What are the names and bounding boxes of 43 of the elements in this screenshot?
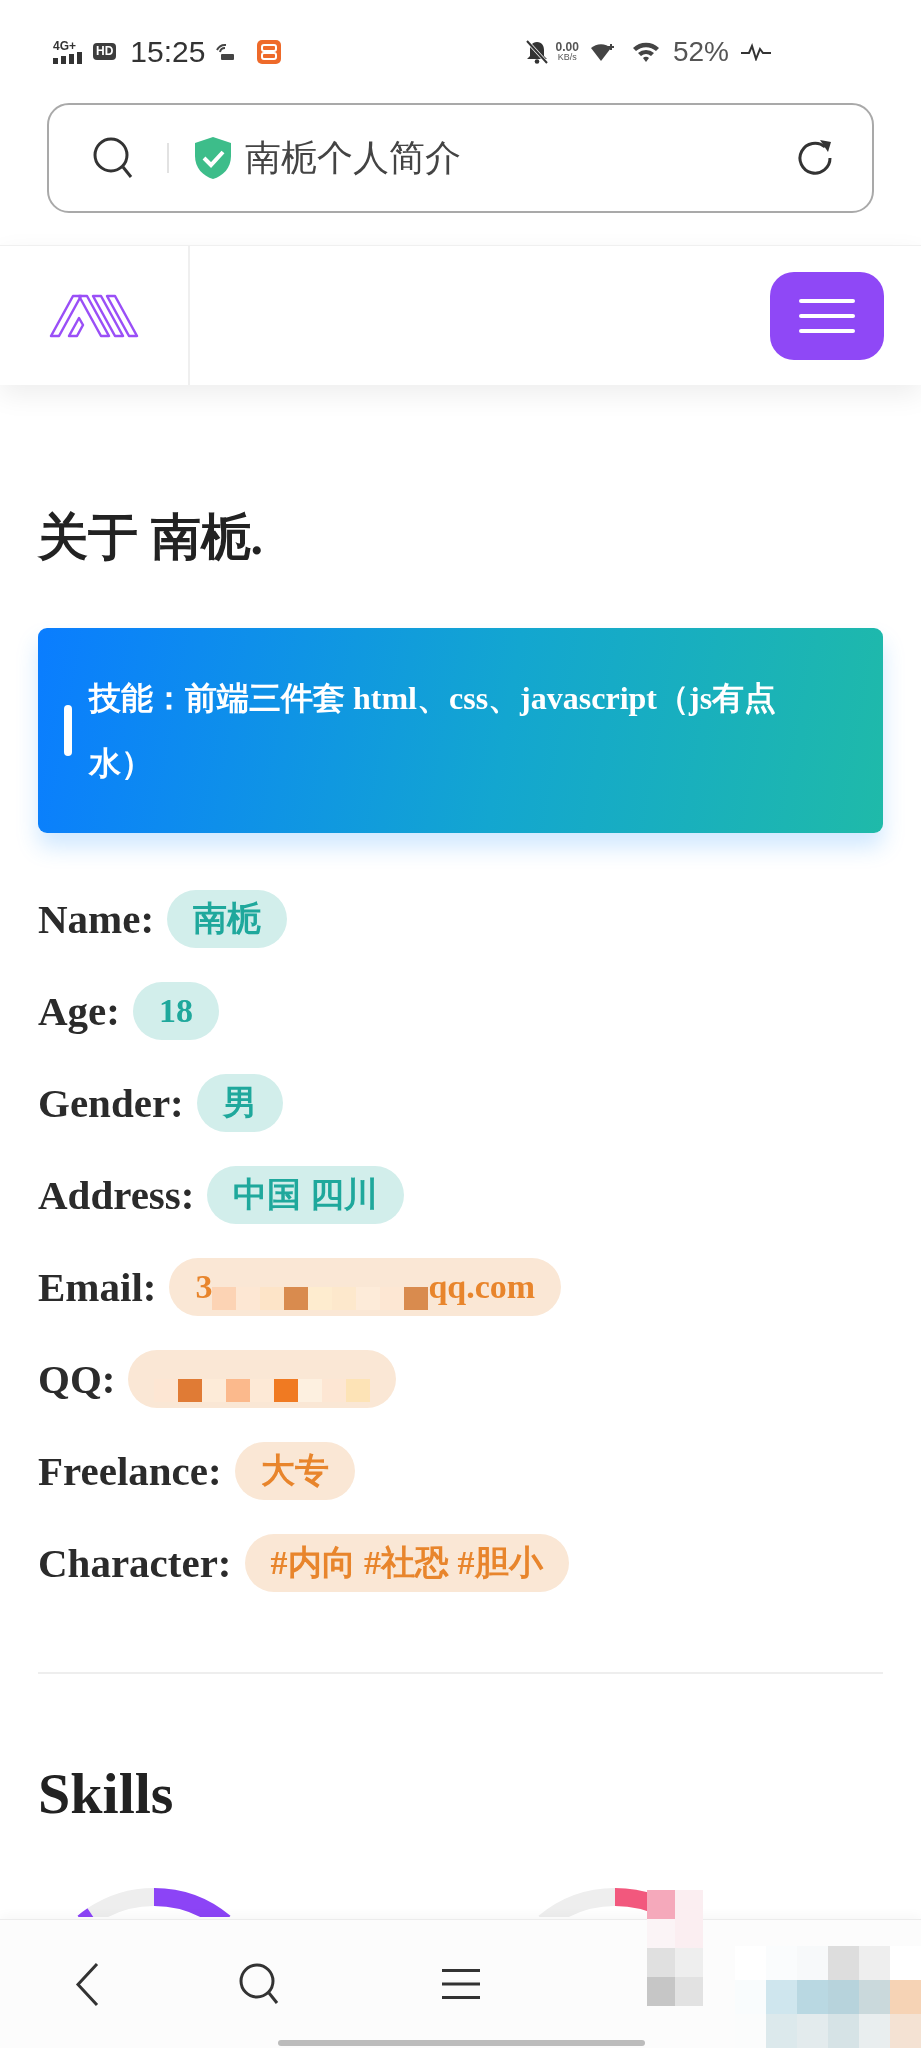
router-icon <box>215 42 236 61</box>
muted-bell-icon <box>525 39 548 64</box>
network-speed-value: 0.00 <box>555 41 579 53</box>
back-icon[interactable] <box>75 1961 100 2007</box>
field-label: Age: <box>38 990 120 1032</box>
field-value: 大专 <box>234 1442 355 1500</box>
search-icon[interactable] <box>238 1962 280 2006</box>
clock: 15:25 <box>130 36 206 67</box>
field-value: 中国 四川 <box>207 1166 404 1224</box>
app-notification-icon <box>257 39 282 64</box>
network-type: 4G+ <box>53 39 76 52</box>
field-value: 18 <box>132 982 219 1040</box>
menu-button[interactable] <box>770 271 884 360</box>
signal-icon <box>53 51 85 64</box>
field-label: Character: <box>38 1542 232 1584</box>
page-title: 南栀个人简介 <box>245 140 461 176</box>
field-label: Gender: <box>38 1082 184 1124</box>
field-value: 3 <box>195 1270 213 1304</box>
hd-indicator: HD <box>93 42 117 61</box>
section-title: 关于 南栀. <box>38 508 264 567</box>
field-label: Freelance: <box>38 1450 222 1492</box>
search-icon[interactable] <box>92 136 134 180</box>
section-title: Skills <box>38 1760 175 1828</box>
logo-icon[interactable] <box>49 293 139 338</box>
menu-icon[interactable] <box>442 1968 480 2000</box>
wifi-plus-icon <box>589 41 616 62</box>
field-label: Email: <box>38 1266 157 1308</box>
network-speed-unit: KB/s <box>557 53 577 62</box>
field-value: qq.com <box>428 1270 536 1304</box>
vertical-bar-icon <box>64 705 72 756</box>
wifi-icon <box>631 40 660 63</box>
field-value: #内向 #社恐 #胆小 <box>244 1534 569 1592</box>
field-value: 男 <box>196 1074 283 1132</box>
address-bar[interactable]: 南栀个人简介 <box>47 103 874 213</box>
menu-icon <box>799 298 855 333</box>
field-value: 南栀 <box>167 890 288 948</box>
pulse-icon <box>741 42 771 61</box>
banner-text: 技能：前端三件套 html、css、javascript（js有点水） <box>89 678 778 783</box>
battery-percentage: 52% <box>672 37 729 66</box>
field-label: Name: <box>38 898 155 940</box>
progress-ring-track <box>87 1888 155 1917</box>
field-label: Address: <box>38 1174 195 1216</box>
field-label: QQ: <box>38 1358 116 1400</box>
